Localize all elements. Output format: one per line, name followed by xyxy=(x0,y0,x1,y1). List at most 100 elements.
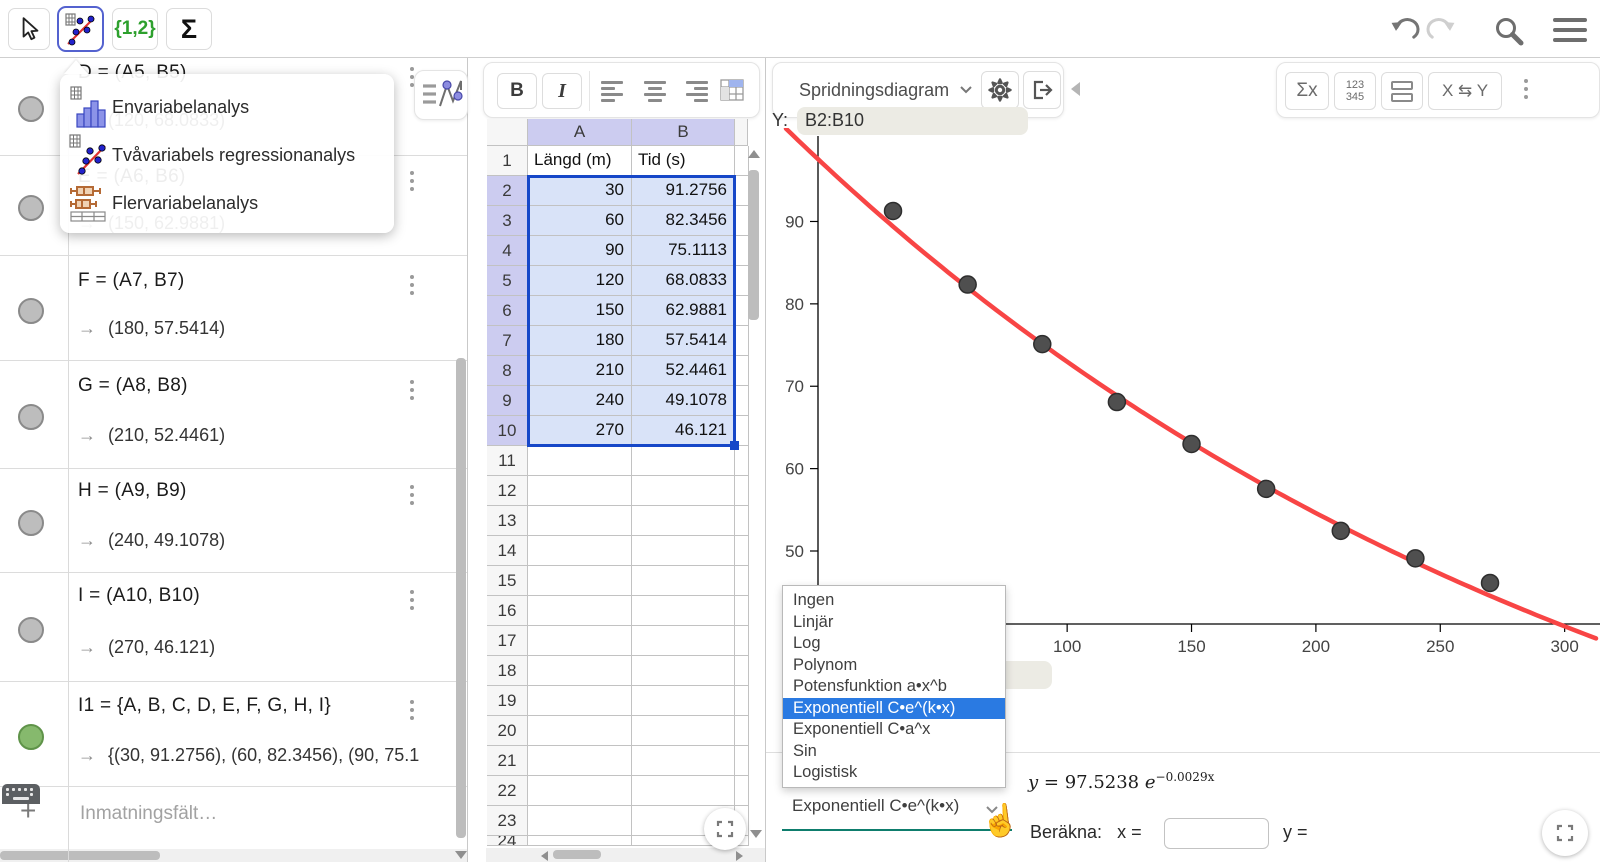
row-header[interactable]: 16 xyxy=(487,596,528,626)
align-right-button[interactable] xyxy=(680,75,713,107)
scroll-down-arrow[interactable] xyxy=(455,851,467,859)
cell-a17[interactable] xyxy=(528,626,632,656)
panel-divider[interactable] xyxy=(765,58,766,862)
row-header[interactable]: 11 xyxy=(487,446,528,476)
column-header-a[interactable]: A xyxy=(528,119,632,146)
regression-option-log[interactable]: Log xyxy=(783,633,1005,655)
sigma-tool-button[interactable]: Σ xyxy=(166,8,212,50)
align-center-button[interactable] xyxy=(638,75,671,107)
header-style-button[interactable] xyxy=(720,77,746,105)
sheet-vscrollbar-thumb[interactable] xyxy=(748,170,759,320)
scroll-down-arrow[interactable] xyxy=(750,830,762,838)
algebra-input-row[interactable]: + Inmatningsfält… xyxy=(0,787,467,845)
regression-option-logistisk[interactable]: Logistisk xyxy=(783,762,1005,784)
cell-c17[interactable] xyxy=(735,626,749,656)
italic-button[interactable]: I xyxy=(542,73,582,109)
algebra-hscrollbar-thumb[interactable] xyxy=(0,851,160,860)
row-options-kebab[interactable] xyxy=(405,699,419,725)
visibility-toggle[interactable] xyxy=(18,96,44,122)
search-button[interactable] xyxy=(1490,12,1528,50)
cell-c8[interactable] xyxy=(735,356,749,386)
cell-c4[interactable] xyxy=(735,236,749,266)
row-header[interactable]: 1 xyxy=(487,146,528,176)
visibility-toggle[interactable] xyxy=(18,195,44,221)
menu-item-multi-variable[interactable]: Flervariabelanalys xyxy=(60,179,394,227)
menu-item-two-variable-regression[interactable]: Tvåvariabels regressionanalys xyxy=(60,131,394,179)
cell-a5[interactable]: 120 xyxy=(528,266,632,296)
cell-a8[interactable]: 210 xyxy=(528,356,632,386)
row-header[interactable]: 3 xyxy=(487,206,528,236)
cell-b3[interactable]: 82.3456 xyxy=(632,206,735,236)
cell-a10[interactable]: 270 xyxy=(528,416,632,446)
cell-a12[interactable] xyxy=(528,476,632,506)
set-tool-button[interactable]: {1,2} xyxy=(112,8,158,50)
row-header[interactable]: 7 xyxy=(487,326,528,356)
row-header[interactable]: 10 xyxy=(487,416,528,446)
cell-b13[interactable] xyxy=(632,506,735,536)
cell-b8[interactable]: 52.4461 xyxy=(632,356,735,386)
cell-b19[interactable] xyxy=(632,686,735,716)
column-header-b[interactable]: B xyxy=(632,119,735,146)
cell-c19[interactable] xyxy=(735,686,749,716)
align-left-button[interactable] xyxy=(596,75,629,107)
row-header[interactable]: 14 xyxy=(487,536,528,566)
cell-c2[interactable] xyxy=(735,176,749,206)
row-header[interactable]: 20 xyxy=(487,716,528,746)
scroll-left-arrow[interactable] xyxy=(541,851,548,861)
sheet-fullscreen-button[interactable] xyxy=(704,808,746,850)
cell-b18[interactable] xyxy=(632,656,735,686)
regression-option-potensfunktion-a-x-b[interactable]: Potensfunktion a•x^b xyxy=(783,676,1005,698)
data-frequency-button[interactable]: 123345 xyxy=(1334,72,1376,110)
cell-c21[interactable] xyxy=(735,746,749,776)
statistics-button[interactable]: Σx xyxy=(1285,72,1329,110)
row-options-kebab[interactable] xyxy=(405,170,419,196)
cell-a21[interactable] xyxy=(528,746,632,776)
scroll-up-arrow[interactable] xyxy=(748,150,760,158)
move-tool-button[interactable] xyxy=(8,8,50,50)
cell-a23[interactable] xyxy=(528,806,632,836)
visibility-toggle[interactable] xyxy=(18,617,44,643)
row-header[interactable]: 8 xyxy=(487,356,528,386)
cell-a16[interactable] xyxy=(528,596,632,626)
cell-c9[interactable] xyxy=(735,386,749,416)
sheet-hscrollbar-thumb[interactable] xyxy=(553,850,601,859)
algebra-input-placeholder[interactable]: Inmatningsfält… xyxy=(80,803,217,825)
cell-a24[interactable] xyxy=(528,836,632,846)
cell-c7[interactable] xyxy=(735,326,749,356)
cell-a6[interactable]: 150 xyxy=(528,296,632,326)
cell-c15[interactable] xyxy=(735,566,749,596)
cell-a13[interactable] xyxy=(528,506,632,536)
cell-b14[interactable] xyxy=(632,536,735,566)
row-header[interactable]: 24 xyxy=(487,836,528,846)
cell-a15[interactable] xyxy=(528,566,632,596)
panel-divider[interactable] xyxy=(467,58,468,862)
row-header[interactable]: 23 xyxy=(487,806,528,836)
row-header[interactable]: 21 xyxy=(487,746,528,776)
split-layout-button[interactable] xyxy=(1381,72,1423,110)
show-statistics-button[interactable] xyxy=(414,70,468,120)
cell-a9[interactable]: 240 xyxy=(528,386,632,416)
row-options-kebab[interactable] xyxy=(405,589,419,615)
row-header[interactable]: 13 xyxy=(487,506,528,536)
cell-b2[interactable]: 91.2756 xyxy=(632,176,735,206)
regression-option-sin[interactable]: Sin xyxy=(783,741,1005,763)
cell-b10[interactable]: 46.121 xyxy=(632,416,735,446)
algebra-row[interactable]: F = (A7, B7)→(180, 57.5414) xyxy=(0,256,467,361)
bold-button[interactable]: B xyxy=(497,73,537,109)
cell-a19[interactable] xyxy=(528,686,632,716)
plot-fullscreen-button[interactable] xyxy=(1542,810,1588,856)
cell-b5[interactable]: 68.0833 xyxy=(632,266,735,296)
algebra-row[interactable]: I = (A10, B10)→(270, 46.121) xyxy=(0,573,467,682)
algebra-vscrollbar-thumb[interactable] xyxy=(456,358,466,838)
cell-c5[interactable] xyxy=(735,266,749,296)
row-header[interactable]: 15 xyxy=(487,566,528,596)
algebra-row[interactable]: I1 = {A, B, C, D, E, F, G, H, I}→{(30, 9… xyxy=(0,682,467,787)
row-options-kebab[interactable] xyxy=(405,274,419,300)
visibility-toggle[interactable] xyxy=(18,510,44,536)
cell-b12[interactable] xyxy=(632,476,735,506)
regression-model-select[interactable]: Exponentiell C•e^(k•x) xyxy=(792,796,959,816)
column-header-c[interactable] xyxy=(735,119,748,146)
visibility-toggle[interactable] xyxy=(18,724,44,750)
row-header[interactable]: 18 xyxy=(487,656,528,686)
cell-a11[interactable] xyxy=(528,446,632,476)
